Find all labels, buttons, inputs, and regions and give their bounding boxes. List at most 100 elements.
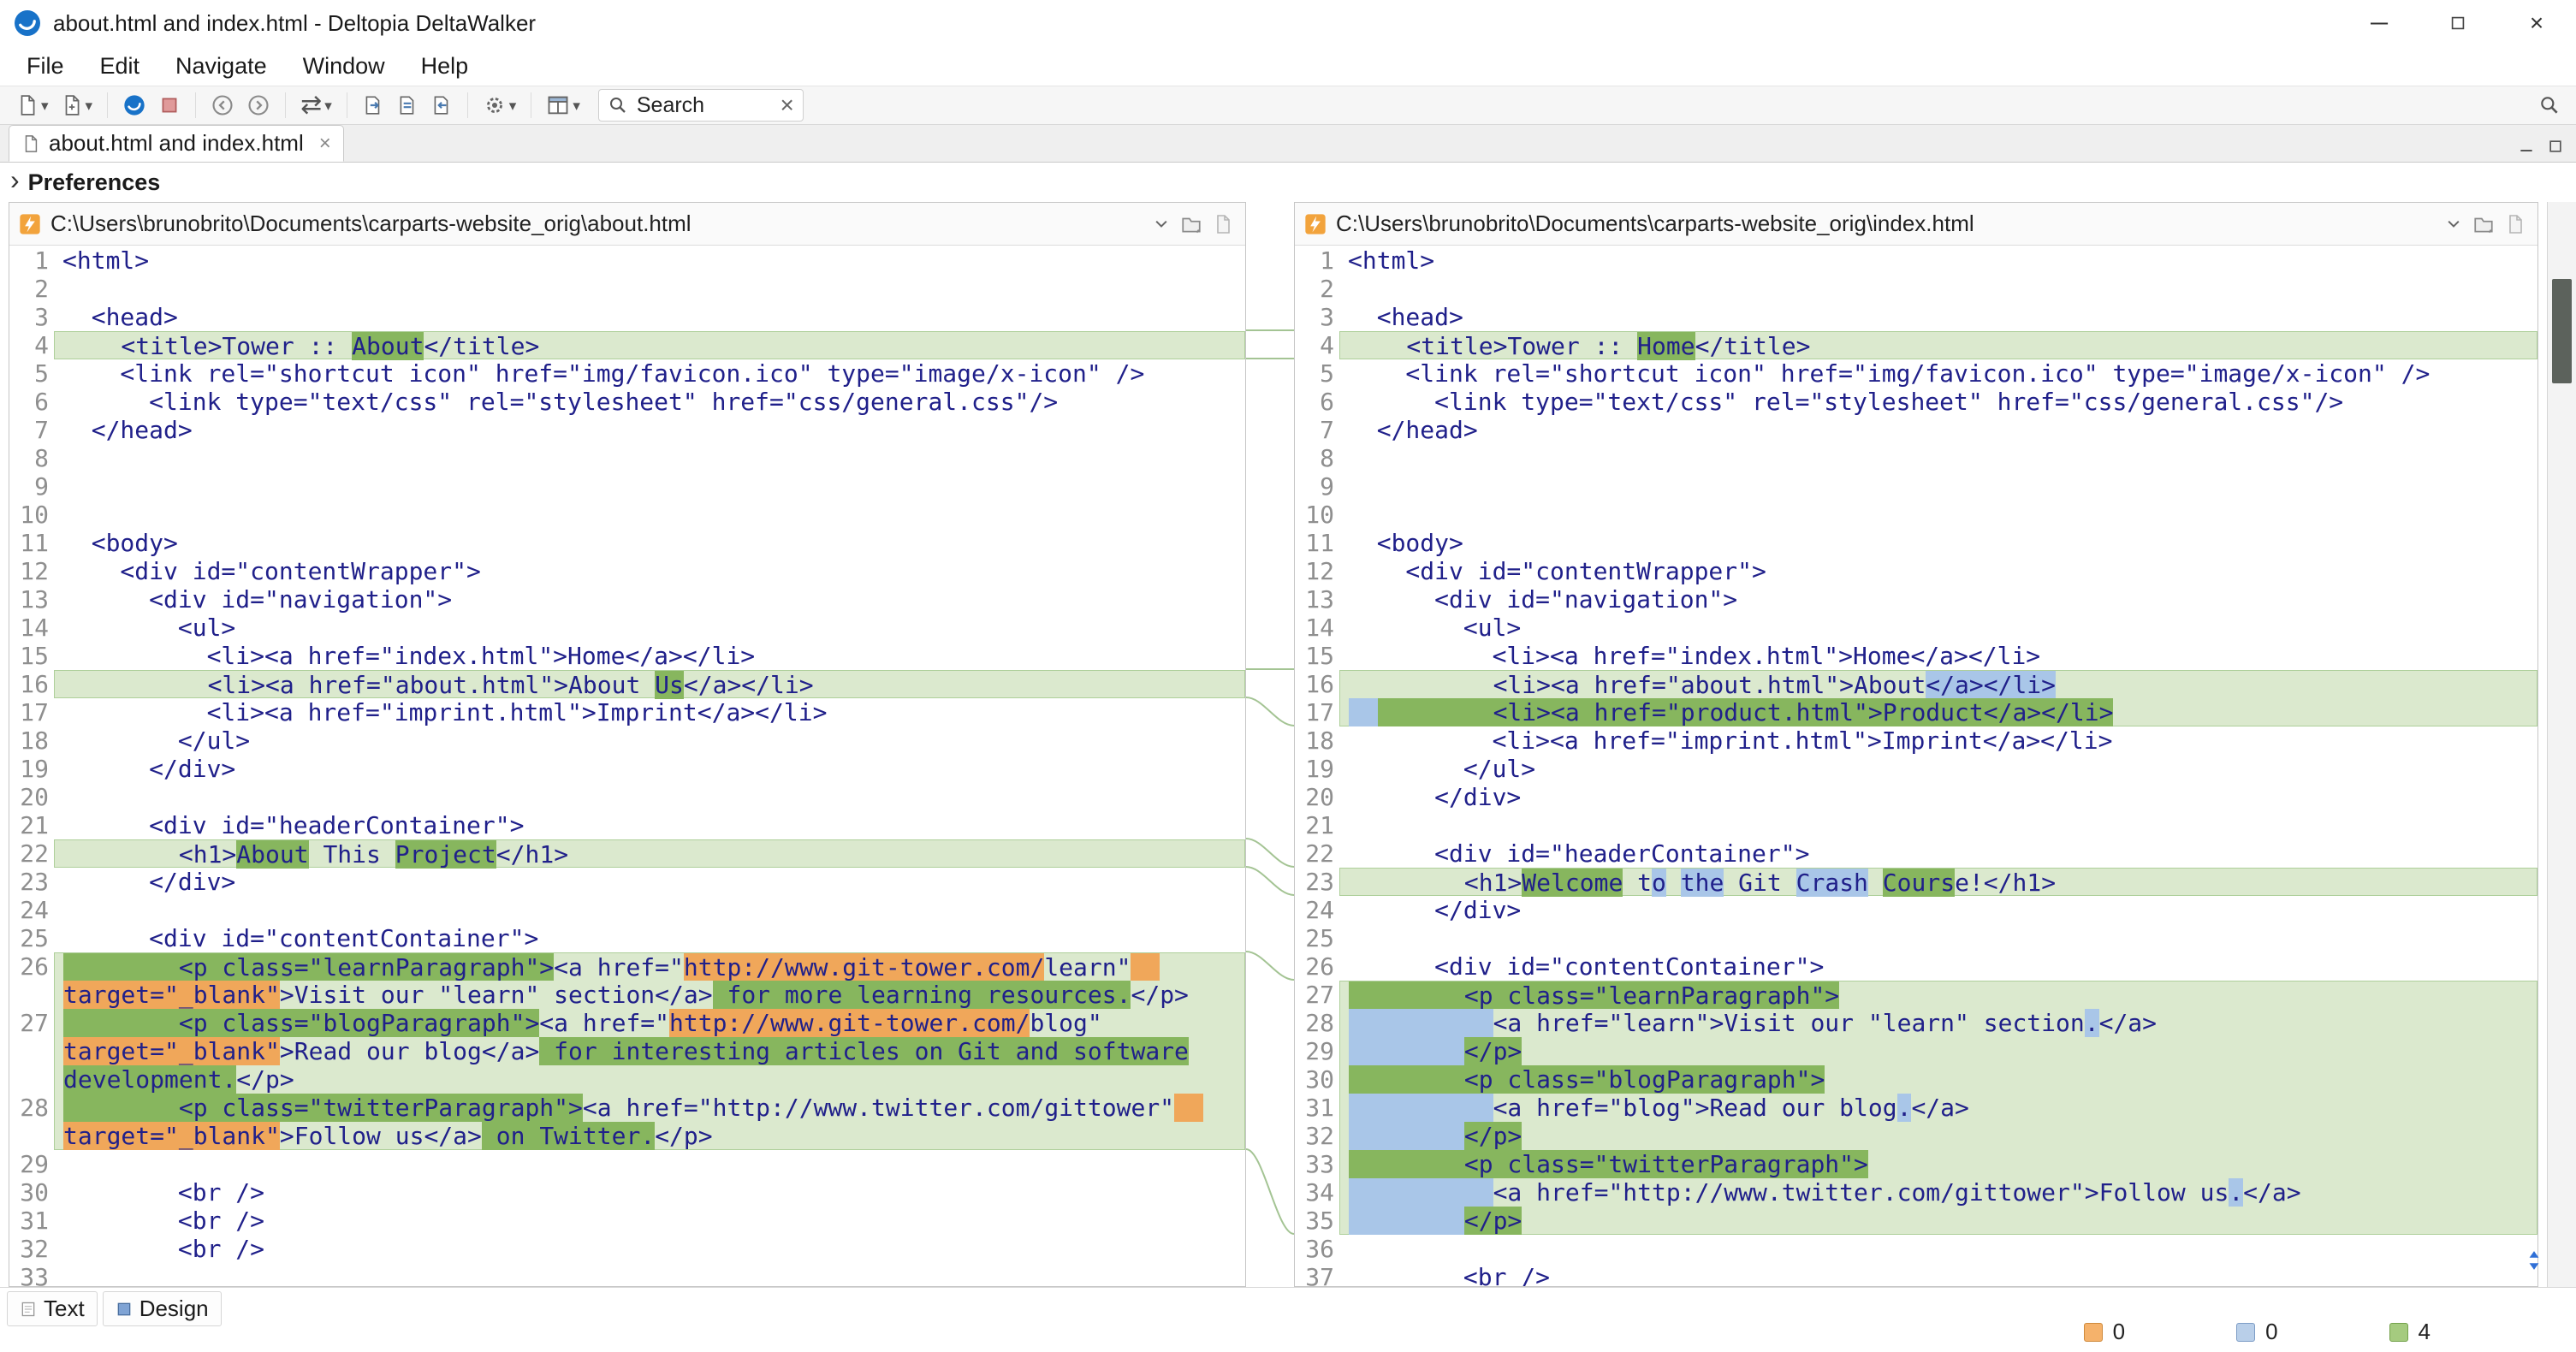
next-change-button[interactable] [240, 89, 276, 122]
code-row: 33 [9, 1263, 1245, 1286]
file-type-icon [18, 212, 42, 236]
code-row: 5 <link rel="shortcut icon" href="img/fa… [1295, 359, 2537, 388]
copy-to-right-button[interactable] [356, 89, 390, 122]
columns-layout-icon [546, 93, 570, 117]
copy-all-button[interactable] [390, 89, 424, 122]
code-row: 3 <head> [1295, 303, 2537, 331]
open-comparison-button[interactable]: ▾ [55, 89, 99, 122]
tab-text-view[interactable]: Text [7, 1291, 98, 1326]
disclosure-chevron-icon: › [10, 166, 20, 193]
line-number: 33 [9, 1263, 54, 1286]
view-tab-label: Design [139, 1296, 209, 1322]
minimize-view-icon[interactable] [2518, 138, 2535, 155]
maximize-view-icon[interactable] [2547, 138, 2564, 155]
copy-to-left-button[interactable] [424, 89, 459, 122]
document-open-icon [61, 94, 83, 116]
code-editor-right[interactable]: 1<html>23 <head>4 <title>Tower :: Home</… [1295, 246, 2537, 1286]
code-row: 36 [1295, 1235, 2537, 1263]
menu-item-help[interactable]: Help [403, 46, 487, 86]
line-number: 30 [1295, 1065, 1339, 1094]
menu-item-file[interactable]: File [9, 46, 82, 86]
code-row: 20 [9, 783, 1245, 811]
code-row: 15 <li><a href="index.html">Home</a></li… [1295, 642, 2537, 670]
code-row: 24 [9, 896, 1245, 924]
scrollbar-thumb[interactable] [2552, 279, 2572, 383]
dropdown-caret-icon: ▾ [86, 98, 93, 113]
code-row: 16 <li><a href="about.html">About Us</a>… [9, 670, 1245, 698]
line-number: 25 [9, 924, 54, 952]
code-row: target="_blank">Follow us</a> on Twitter… [9, 1122, 1245, 1150]
line-number: 31 [9, 1207, 54, 1235]
menu-item-navigate[interactable]: Navigate [157, 46, 285, 86]
editor-tab-strip: about.html and index.html × [0, 125, 2576, 163]
menu-item-window[interactable]: Window [285, 46, 403, 86]
vertical-scrollbar[interactable] [2547, 202, 2576, 1287]
line-number: 20 [9, 783, 54, 811]
save-icon[interactable] [1213, 214, 1233, 234]
code-row: 15 <li><a href="index.html">Home</a></li… [9, 642, 1245, 670]
preferences-section[interactable]: › Preferences [0, 163, 2576, 202]
line-number: 16 [9, 670, 54, 698]
dropdown-caret-icon: ▾ [41, 98, 49, 113]
line-number: 29 [1295, 1037, 1339, 1065]
close-button[interactable]: × [2497, 0, 2576, 46]
line-number: 10 [9, 501, 54, 529]
line-number: 10 [1295, 501, 1339, 529]
search-input[interactable] [637, 93, 757, 118]
chevron-down-icon[interactable] [1153, 216, 1170, 233]
compare-button[interactable] [116, 89, 152, 122]
code-row: 31 <br /> [9, 1207, 1245, 1235]
line-number: 6 [1295, 388, 1339, 416]
line-number: 19 [1295, 755, 1339, 783]
line-number: 27 [1295, 981, 1339, 1009]
diff-counters: 004 [2084, 1319, 2431, 1345]
code-row: 31 <a href="blog">Read our blog.</a> [1295, 1094, 2537, 1122]
chevron-down-icon[interactable] [2445, 216, 2462, 233]
code-row: 23 </div> [9, 868, 1245, 896]
clear-search-icon[interactable]: × [781, 92, 794, 119]
preferences-label: Preferences [28, 169, 161, 196]
global-search-icon[interactable] [2538, 94, 2561, 116]
maximize-icon [2448, 14, 2467, 33]
code-row: 11 <body> [1295, 529, 2537, 557]
diff-count-deletions: 0 [2084, 1319, 2125, 1345]
save-icon[interactable] [2505, 214, 2526, 234]
code-row: 35 </p> [1295, 1207, 2537, 1235]
code-row: 7 </head> [1295, 416, 2537, 444]
line-number: 24 [1295, 896, 1339, 924]
folder-browse-icon[interactable] [2472, 213, 2495, 235]
maximize-button[interactable] [2419, 0, 2497, 46]
folder-browse-icon[interactable] [1180, 213, 1202, 235]
toolbar: ▾ ▾ ⇄ ▾ ▾ ▾ × [0, 86, 2576, 125]
menu-item-edit[interactable]: Edit [82, 46, 158, 86]
gear-icon [483, 93, 507, 117]
code-row: 32 </p> [1295, 1122, 2537, 1150]
code-row: development.</p> [9, 1065, 1245, 1094]
code-row: 16 <li><a href="about.html">About</a></l… [1295, 670, 2537, 698]
code-row: 8 [9, 444, 1245, 472]
file-type-icon [1303, 212, 1327, 236]
minimize-button[interactable]: ─ [2340, 0, 2419, 46]
toolbar-separator [107, 92, 108, 118]
diff-count-value: 0 [2265, 1319, 2277, 1345]
back-circle-icon [211, 93, 234, 117]
line-number: 28 [9, 1094, 54, 1122]
stop-button[interactable] [152, 89, 187, 122]
search-box[interactable]: × [598, 89, 804, 122]
code-row: 20 </div> [1295, 783, 2537, 811]
previous-change-button[interactable] [205, 89, 240, 122]
line-number: 18 [9, 726, 54, 755]
line-number: 7 [9, 416, 54, 444]
code-editor-left[interactable]: 1<html>23 <head>4 <title>Tower :: About<… [9, 246, 1245, 1286]
new-comparison-button[interactable]: ▾ [10, 89, 55, 122]
toolbar-separator [285, 92, 286, 118]
tab-design-view[interactable]: Design [103, 1291, 222, 1326]
expand-lines-icon[interactable] [2523, 1249, 2545, 1272]
stop-icon [158, 94, 181, 116]
code-row: 21 [1295, 811, 2537, 839]
swap-sides-button[interactable]: ⇄ ▾ [294, 89, 338, 122]
settings-button[interactable]: ▾ [477, 89, 523, 122]
close-tab-icon[interactable]: × [319, 132, 331, 156]
layout-button[interactable]: ▾ [540, 89, 586, 122]
comparison-tab[interactable]: about.html and index.html × [9, 125, 344, 162]
